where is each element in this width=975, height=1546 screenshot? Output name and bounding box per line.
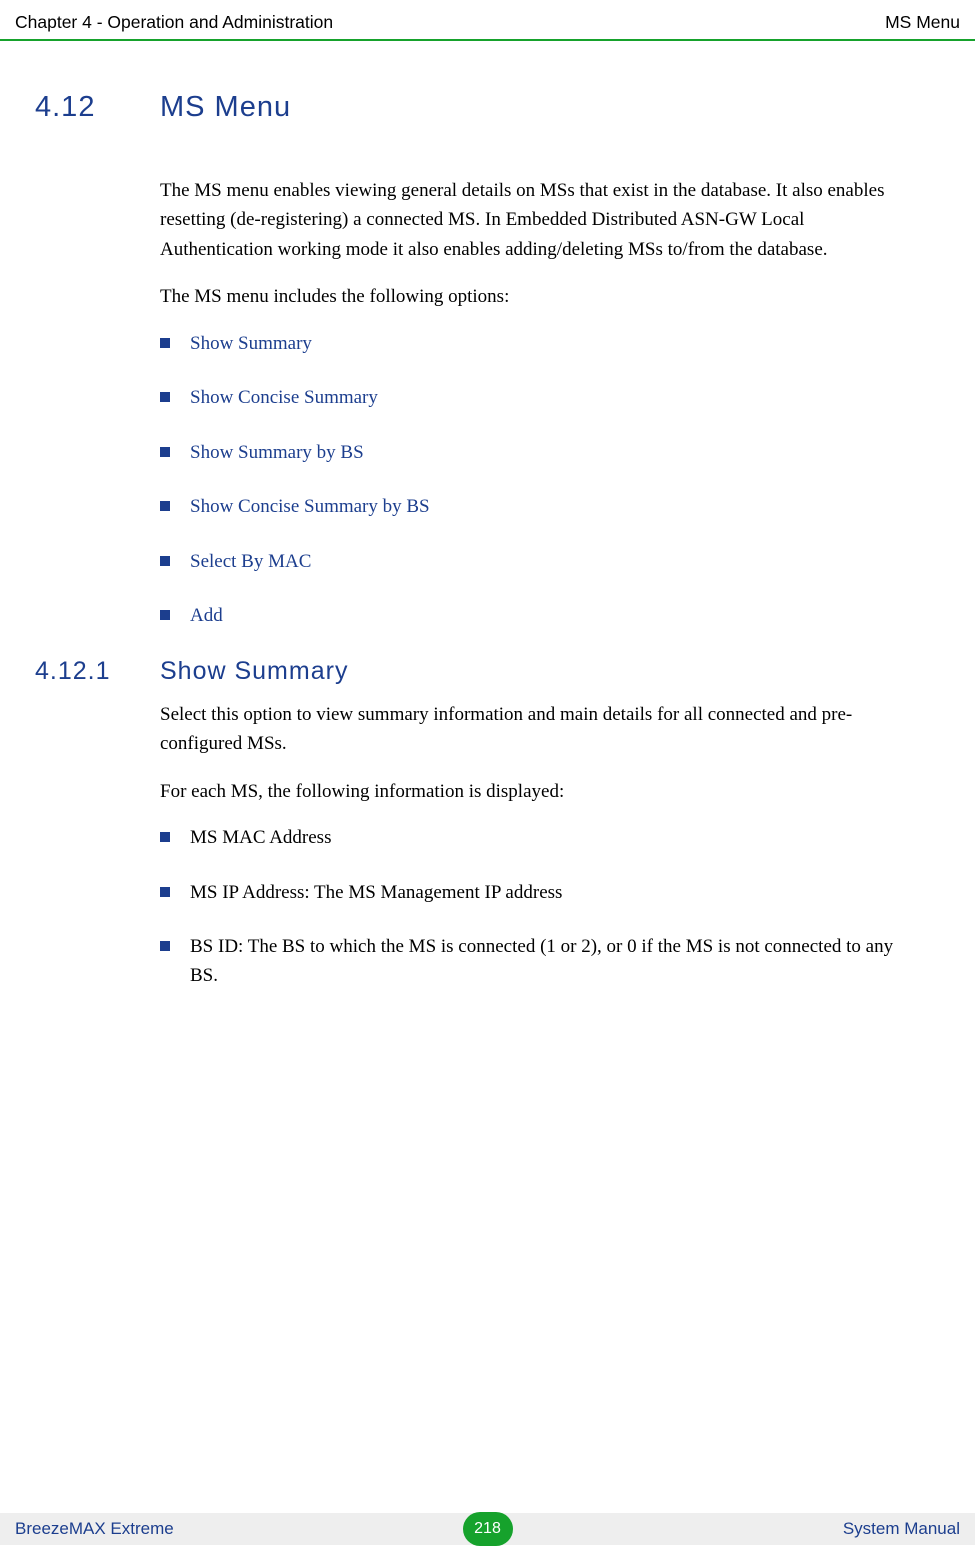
menu-option-link[interactable]: Show Summary by BS	[160, 439, 915, 468]
subsection-paragraph-1: Select this option to view summary infor…	[160, 700, 915, 759]
section-heading: 4.12 MS Menu	[35, 91, 915, 124]
info-item: MS MAC Address	[160, 824, 915, 853]
header-section: MS Menu	[885, 12, 960, 33]
footer-product: BreezeMAX Extreme	[15, 1519, 174, 1539]
menu-options-list: Show Summary Show Concise Summary Show S…	[160, 330, 915, 631]
info-item: MS IP Address: The MS Management IP addr…	[160, 879, 915, 908]
header-chapter: Chapter 4 - Operation and Administration	[15, 12, 333, 33]
footer-manual: System Manual	[843, 1519, 960, 1539]
subsection-body: Select this option to view summary infor…	[160, 700, 915, 990]
subsection-title: Show Summary	[160, 657, 348, 686]
menu-option-link[interactable]: Show Concise Summary	[160, 384, 915, 413]
page-content: 4.12 MS Menu The MS menu enables viewing…	[0, 41, 975, 990]
page-header: Chapter 4 - Operation and Administration…	[0, 0, 975, 41]
subsection-paragraph-2: For each MS, the following information i…	[160, 777, 915, 806]
menu-option-link[interactable]: Select By MAC	[160, 548, 915, 577]
menu-option-link[interactable]: Show Summary	[160, 330, 915, 359]
subsection-number: 4.12.1	[35, 657, 160, 686]
section-title: MS Menu	[160, 91, 291, 124]
info-items-list: MS MAC Address MS IP Address: The MS Man…	[160, 824, 915, 990]
section-number: 4.12	[35, 91, 160, 124]
page-number-badge: 218	[463, 1512, 513, 1546]
page-footer: BreezeMAX Extreme 218 System Manual	[0, 1513, 975, 1545]
info-item: BS ID: The BS to which the MS is connect…	[160, 933, 915, 990]
subsection-heading: 4.12.1 Show Summary	[35, 657, 915, 686]
intro-paragraph-1: The MS menu enables viewing general deta…	[160, 176, 915, 264]
section-body: The MS menu enables viewing general deta…	[160, 176, 915, 631]
menu-option-link[interactable]: Show Concise Summary by BS	[160, 493, 915, 522]
intro-paragraph-2: The MS menu includes the following optio…	[160, 282, 915, 311]
menu-option-link[interactable]: Add	[160, 602, 915, 631]
